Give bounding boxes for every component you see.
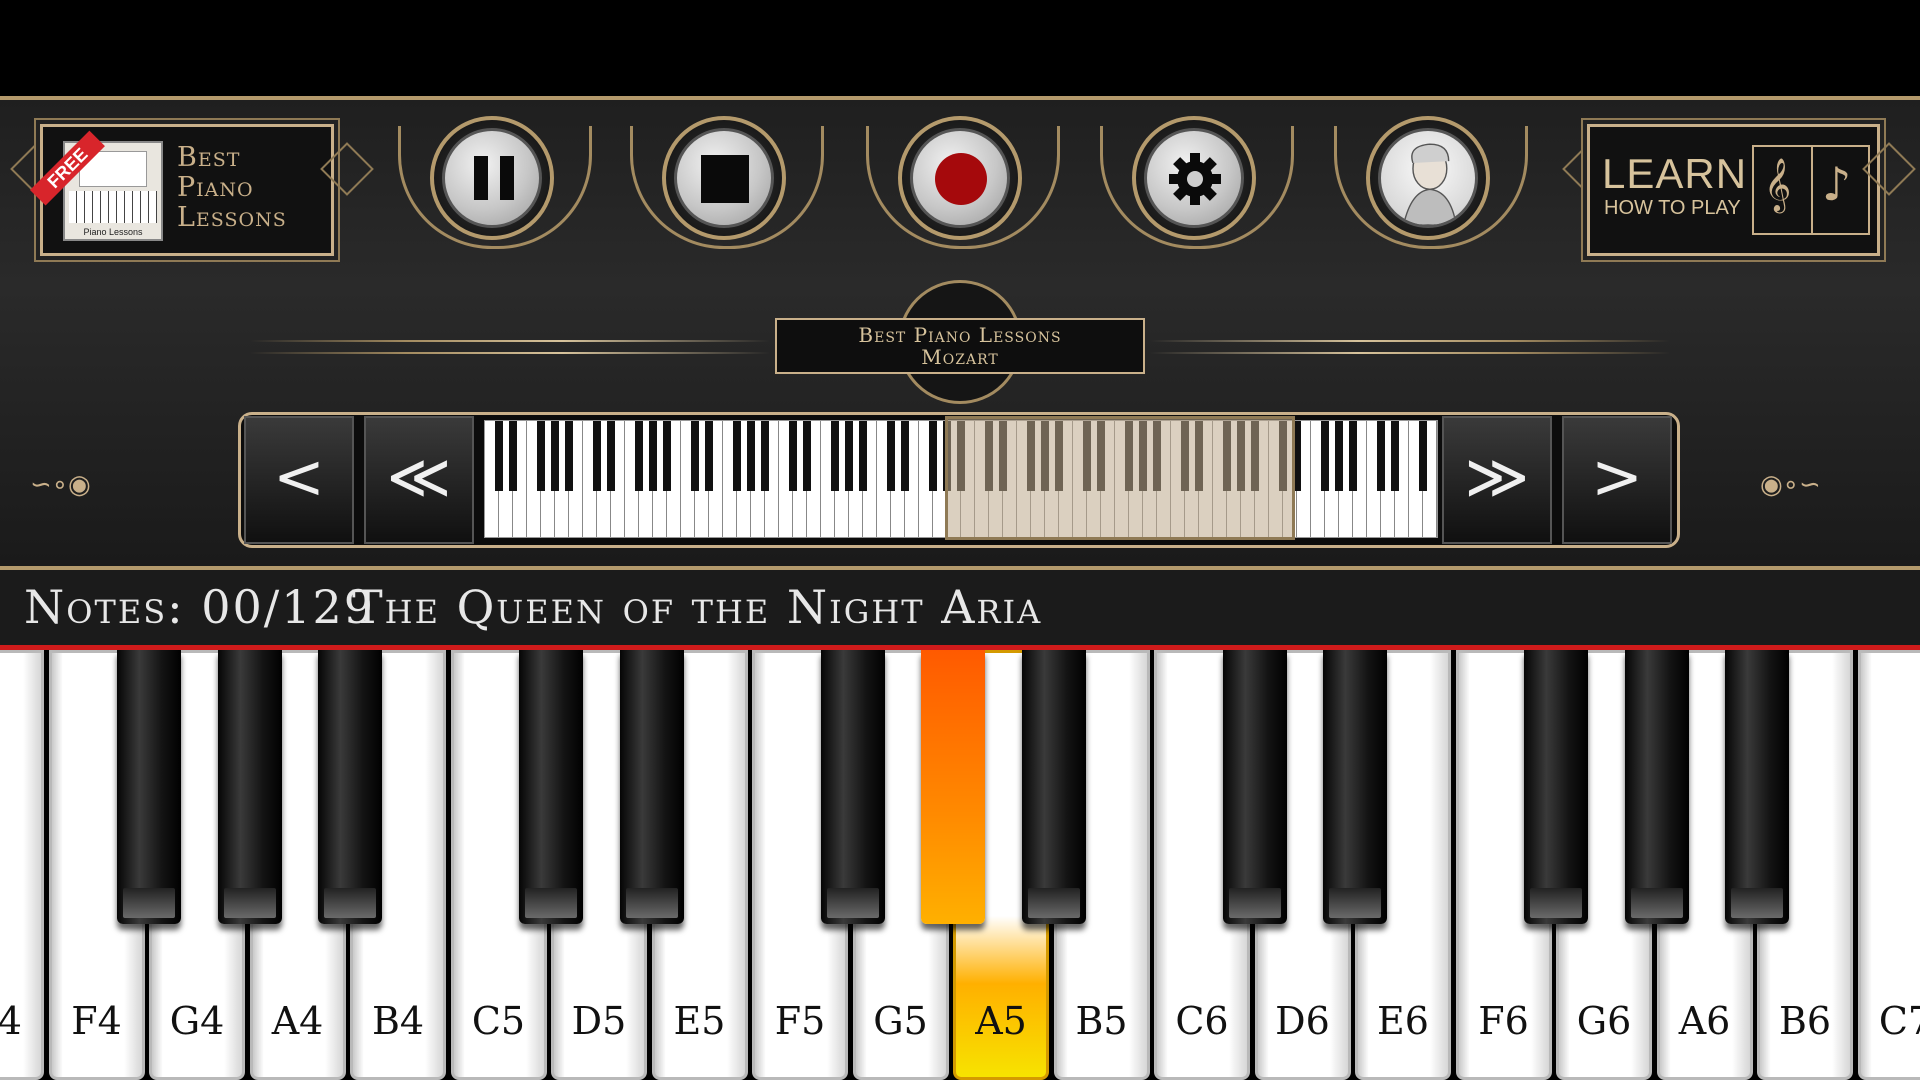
button-face [1144,128,1244,228]
black-key-gsharp5[interactable] [921,650,985,924]
ornament-line [1150,352,1670,354]
button-face [442,128,542,228]
top-bar [0,0,1920,96]
black-key-asharp5[interactable] [1021,650,1086,924]
key-label: F5 [774,999,826,1043]
record-icon [935,153,987,205]
promo-title-line-2: Piano [177,172,254,203]
white-key-c7[interactable]: C7 [1857,650,1920,1080]
promo-title-line-1: Best [177,142,241,173]
key-label: E5 [673,999,726,1043]
composer-button[interactable] [1334,110,1528,254]
key-label: E6 [1377,999,1429,1043]
black-key-asharp6[interactable] [1725,650,1789,924]
key-label: A6 [1678,999,1731,1043]
stop-icon [701,155,749,203]
notes-counter: Notes: 00/129 [24,580,376,634]
fast-scroll-left-button[interactable]: ≪ [364,416,474,544]
learn-subtitle: HOW TO PLAY [1604,197,1741,219]
visible-range-window[interactable] [945,416,1295,540]
gear-icon [1169,153,1221,205]
app-logo: Best Piano Lessons Mozart [775,318,1145,374]
learn-title: LEARN [1602,150,1748,197]
black-key-gsharp6[interactable] [1624,650,1689,924]
black-key-csharp5[interactable] [519,650,583,924]
key-label: B5 [1075,999,1128,1043]
key-label: E4 [0,999,22,1043]
piano-keyboard[interactable]: E4 F4 G4 A4 B4 C5 D5 E5 F5 G5 A5 B5 C6 D6 E6 F6 G6 A6 B6 C7 [0,650,1920,1080]
song-title: The Queen of the Night Aria [352,580,1043,634]
mini-white-key [1297,421,1311,537]
black-key-asharp4[interactable] [318,650,382,924]
key-label: A5 [975,999,1027,1043]
mozart-portrait-icon [1378,128,1478,228]
key-label: A4 [271,999,324,1043]
key-label: C5 [471,999,526,1043]
settings-button[interactable] [1100,110,1294,254]
key-label: G4 [169,999,225,1043]
music-book-icon: 𝄞 ♪ [1752,145,1870,235]
status-bar: Notes: 00/129 The Queen of the Night Ari… [0,570,1920,650]
black-key-dsharp6[interactable] [1323,650,1387,924]
pause-icon [472,156,516,200]
black-key-fsharp4[interactable] [117,650,181,924]
white-key-e4[interactable]: E4 [0,650,44,1080]
mini-white-key [1353,421,1367,537]
mini-white-key [611,421,625,537]
mini-white-key [569,421,583,537]
black-key-gsharp4[interactable] [217,650,282,924]
mini-white-key [1423,421,1437,537]
left-swirl-ornament: ∽∘◉ [30,470,91,500]
pause-button[interactable] [398,110,592,254]
mini-white-key [709,421,723,537]
scroll-right-button[interactable]: > [1562,416,1672,544]
logo-line-1: Best Piano Lessons [858,323,1062,347]
mini-piano-icon [69,191,157,223]
promo-title: Best Piano Lessons [177,143,287,233]
mini-white-key [667,421,681,537]
black-key-fsharp5[interactable] [820,650,885,924]
key-label: C7 [1878,999,1920,1043]
key-label: G6 [1576,999,1632,1043]
stop-button[interactable] [630,110,824,254]
mini-white-key [765,421,779,537]
right-swirl-ornament: ◉∘∽ [1760,470,1821,500]
ornament-line [250,352,770,354]
mini-white-key [807,421,821,537]
key-label: C6 [1175,999,1229,1043]
record-button[interactable] [866,110,1060,254]
thumbnail-caption: Piano Lessons [83,227,143,237]
mini-white-key [905,421,919,537]
scroll-left-button[interactable]: < [244,416,354,544]
mini-white-key [513,421,527,537]
mini-white-key [1395,421,1409,537]
black-key-fsharp6[interactable] [1524,650,1588,924]
key-label: G5 [873,999,928,1043]
promo-title-line-3: Lessons [177,202,287,233]
logo-line-2: Mozart [921,345,999,369]
key-label: B6 [1778,999,1832,1043]
key-label: F6 [1478,999,1529,1043]
button-face [910,128,1010,228]
fast-scroll-right-button[interactable]: ≫ [1442,416,1552,544]
ornament-line [250,340,770,342]
button-face [674,128,774,228]
key-label: B4 [371,999,425,1043]
black-key-dsharp5[interactable] [619,650,684,924]
black-key-csharp6[interactable] [1222,650,1287,924]
key-label: D6 [1275,999,1330,1043]
promo-learn-how-to-play[interactable]: LEARN HOW TO PLAY 𝄞 ♪ [1587,124,1880,256]
key-label: D5 [571,999,627,1043]
ornament-line [1150,340,1670,342]
mini-white-key [863,421,877,537]
key-label: F4 [71,999,122,1043]
